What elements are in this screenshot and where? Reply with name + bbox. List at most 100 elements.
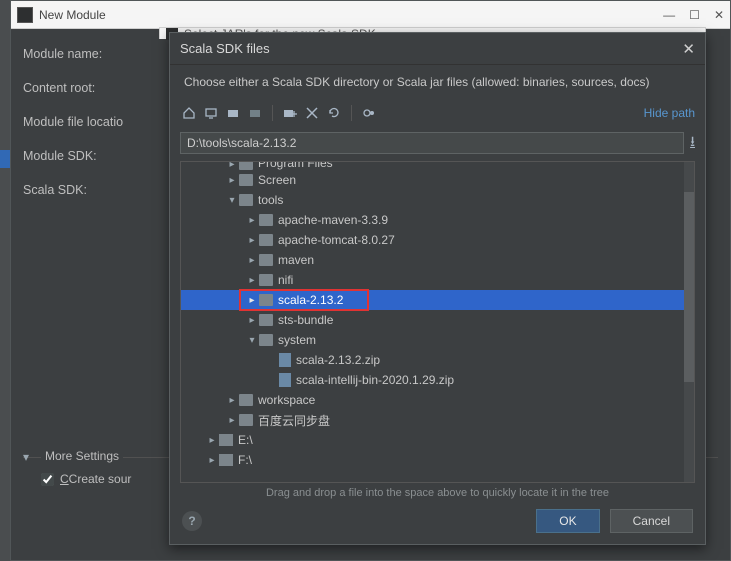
drop-hint: Drag and drop a file into the space abov… [170, 487, 705, 499]
chevron-right-icon[interactable]: ▸ [245, 315, 259, 326]
chevron-right-icon[interactable]: ▸ [205, 435, 219, 446]
tree-node[interactable]: ▸ E:\ [181, 430, 694, 450]
file-tree[interactable]: ▸ Program Files ▸ Screen ▾ tools ▸ apache-maven… [180, 161, 695, 483]
tree-node[interactable]: ▸ nifi [181, 270, 694, 290]
chevron-right-icon[interactable]: ▸ [245, 295, 259, 306]
home-icon[interactable] [180, 104, 198, 122]
tree-node-label: scala-intellij-bin-2020.1.29.zip [296, 373, 454, 387]
minimize-icon[interactable]: — [663, 8, 675, 22]
tree-node[interactable]: ▾ tools [181, 190, 694, 210]
tree-node-label: system [278, 333, 316, 347]
folder-icon [259, 234, 273, 246]
tree-node[interactable]: scala-intellij-bin-2020.1.29.zip [181, 370, 694, 390]
tree-node[interactable]: ▸ scala-2.13.2 [181, 290, 694, 310]
chevron-down-icon[interactable]: ▾ [225, 195, 239, 206]
folder-icon [239, 174, 253, 186]
sdk-description: Choose either a Scala SDK directory or S… [170, 65, 705, 99]
create-source-label: CCreate sour [60, 472, 131, 486]
chevron-down-icon[interactable]: ▾ [245, 335, 259, 346]
tree-node-label: Program Files [258, 161, 333, 170]
tree-node-label: scala-2.13.2 [278, 293, 343, 307]
chevron-right-icon[interactable]: ▸ [245, 255, 259, 266]
desktop-icon[interactable] [202, 104, 220, 122]
ok-button[interactable]: OK [536, 509, 599, 533]
refresh-icon[interactable] [325, 104, 343, 122]
path-input[interactable] [180, 132, 684, 154]
chevron-down-icon: ▾ [23, 450, 29, 464]
tree-node-label: nifi [278, 273, 293, 287]
create-source-checkbox[interactable] [41, 473, 54, 486]
toolbar-separator [351, 105, 352, 121]
maximize-icon[interactable]: ☐ [689, 8, 700, 22]
new-module-title: New Module [39, 8, 663, 22]
drive-icon [219, 434, 233, 446]
path-row: ⭳ [170, 127, 705, 161]
folder-icon [259, 254, 273, 266]
tree-node-label: Screen [258, 173, 296, 187]
sdk-dialog-title: Scala SDK files [180, 41, 682, 56]
cancel-button[interactable]: Cancel [610, 509, 693, 533]
folder-icon [239, 414, 253, 426]
tree-node[interactable]: ▾ system [181, 330, 694, 350]
dialog-footer: ? OK Cancel [170, 499, 705, 543]
chevron-right-icon[interactable]: ▸ [245, 215, 259, 226]
tree-node-label: 百度云同步盘 [258, 412, 330, 429]
folder-icon [259, 214, 273, 226]
archive-icon [279, 373, 291, 387]
chevron-right-icon[interactable]: ▸ [245, 235, 259, 246]
tree-node[interactable]: ▸ Screen [181, 170, 694, 190]
toolbar-separator [272, 105, 273, 121]
tree-node-label: scala-2.13.2.zip [296, 353, 380, 367]
tree-node-label: apache-tomcat-8.0.27 [278, 233, 395, 247]
delete-icon[interactable] [303, 104, 321, 122]
tree-node-label: F:\ [238, 453, 252, 467]
folder-icon [259, 274, 273, 286]
folder-icon [259, 334, 273, 346]
chevron-right-icon[interactable]: ▸ [225, 395, 239, 406]
chevron-right-icon[interactable]: ▸ [225, 175, 239, 186]
project-icon[interactable] [224, 104, 242, 122]
tree-scrollbar[interactable] [684, 162, 694, 482]
hide-path-link[interactable]: Hide path [644, 106, 695, 120]
tree-node[interactable]: ▸ maven [181, 250, 694, 270]
drive-icon [219, 454, 233, 466]
history-dropdown-icon[interactable]: ⭳ [690, 131, 695, 155]
tree-node[interactable]: ▸ F:\ [181, 450, 694, 470]
tree-node[interactable]: ▸ apache-tomcat-8.0.27 [181, 230, 694, 250]
folder-icon [239, 394, 253, 406]
scrollbar-thumb[interactable] [684, 192, 694, 382]
show-hidden-icon[interactable] [360, 104, 378, 122]
close-icon[interactable]: ✕ [682, 40, 695, 58]
module-icon[interactable] [246, 104, 264, 122]
chevron-right-icon[interactable]: ▸ [205, 455, 219, 466]
tree-node-label: maven [278, 253, 314, 267]
tree-node[interactable]: scala-2.13.2.zip [181, 350, 694, 370]
more-settings-label: More Settings [41, 449, 123, 463]
folder-icon [259, 294, 273, 306]
sdk-dialog-header: Scala SDK files ✕ [170, 33, 705, 65]
new-folder-icon[interactable] [281, 104, 299, 122]
chevron-right-icon[interactable]: ▸ [245, 275, 259, 286]
close-icon[interactable]: ✕ [714, 8, 724, 22]
new-module-titlebar: New Module — ☐ ✕ [11, 1, 730, 29]
tree-node-label: tools [258, 193, 283, 207]
tree-node-label: sts-bundle [278, 313, 333, 327]
sdk-toolbar: Hide path [170, 99, 705, 127]
intellij-icon [17, 7, 33, 23]
window-buttons: — ☐ ✕ [663, 8, 724, 22]
chevron-right-icon[interactable]: ▸ [225, 161, 239, 170]
create-source-text: Create sour [69, 472, 132, 486]
tree-node[interactable]: ▸ Program Files [181, 161, 694, 170]
folder-icon [239, 194, 253, 206]
tree-node[interactable]: ▸ apache-maven-3.3.9 [181, 210, 694, 230]
tree-node[interactable]: ▸ workspace [181, 390, 694, 410]
tree-node[interactable]: ▸ 百度云同步盘 [181, 410, 694, 430]
tree-node[interactable]: ▸ sts-bundle [181, 310, 694, 330]
tree-node-label: workspace [258, 393, 315, 407]
folder-icon [239, 161, 253, 170]
help-icon[interactable]: ? [182, 511, 202, 531]
chevron-right-icon[interactable]: ▸ [225, 415, 239, 426]
tree-node-label: apache-maven-3.3.9 [278, 213, 388, 227]
archive-icon [279, 353, 291, 367]
tree-node-label: E:\ [238, 433, 253, 447]
